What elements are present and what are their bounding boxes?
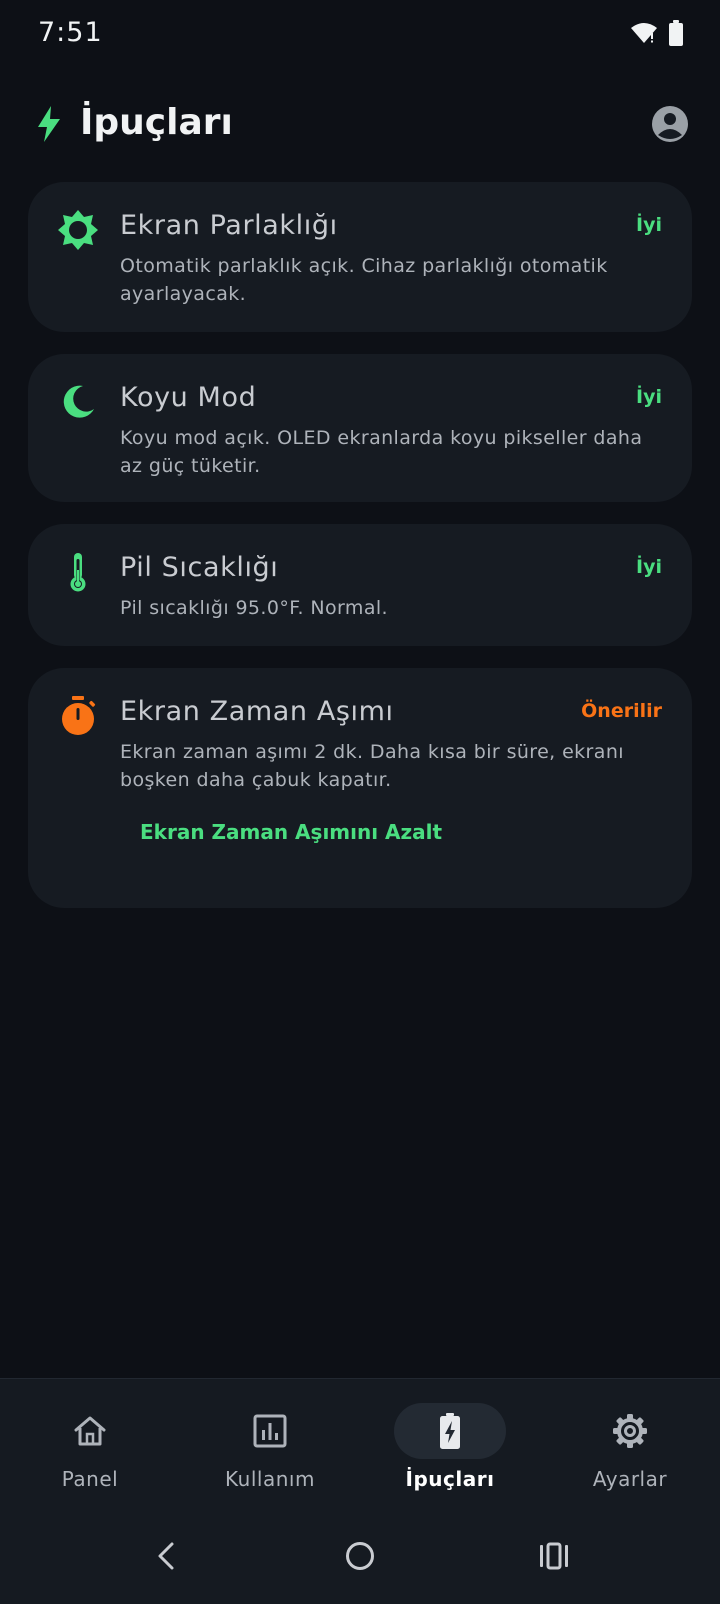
nav-icon-wrap xyxy=(574,1403,686,1459)
nav-icon-wrap xyxy=(394,1403,506,1459)
nav-label: İpuçları xyxy=(405,1467,495,1491)
bottom-nav: Panel Kullanım İpuçları Ayarlar xyxy=(0,1378,720,1509)
home-circle-icon xyxy=(346,1542,374,1570)
system-nav-bar xyxy=(0,1508,720,1604)
card-icon-wrap xyxy=(56,550,100,594)
nav-icon-wrap xyxy=(214,1403,326,1459)
card-title: Koyu Mod xyxy=(120,382,257,413)
nav-icon-wrap xyxy=(34,1403,146,1459)
status-bar: 7:51 xyxy=(0,0,720,70)
thermometer-icon xyxy=(70,553,86,592)
status-icons xyxy=(630,20,684,46)
back-icon xyxy=(158,1542,174,1570)
battery-bolt-icon xyxy=(440,1413,460,1449)
wifi-icon xyxy=(631,23,657,43)
tip-card-screen-timeout: Ekran Zaman Aşımı Önerilir Ekran zaman a… xyxy=(28,668,692,908)
tip-card-dark-mode: Koyu Mod İyi Koyu mod açık. OLED ekranla… xyxy=(28,354,692,502)
page-title: İpuçları xyxy=(80,102,233,143)
nav-label: Kullanım xyxy=(225,1467,315,1491)
account-icon xyxy=(652,106,688,142)
nav-item-panel[interactable]: Panel xyxy=(0,1379,180,1509)
brightness-icon xyxy=(58,210,98,250)
status-badge: İyi xyxy=(636,386,662,408)
card-icon-wrap xyxy=(56,694,100,738)
home-icon xyxy=(74,1416,106,1446)
tip-card-brightness: Ekran Parlaklığı İyi Otomatik parlaklık … xyxy=(28,182,692,332)
home-button[interactable] xyxy=(338,1534,382,1578)
card-title: Ekran Parlaklığı xyxy=(120,210,338,241)
card-icon-wrap xyxy=(56,208,100,252)
back-button[interactable] xyxy=(144,1534,188,1578)
gear-icon xyxy=(613,1414,647,1448)
nav-item-settings[interactable]: Ayarlar xyxy=(540,1379,720,1509)
bolt-icon xyxy=(38,106,60,142)
status-badge: İyi xyxy=(636,556,662,578)
bar-chart-icon xyxy=(253,1414,287,1448)
card-description: Pil sıcaklığı 95.0°F. Normal. xyxy=(120,597,388,619)
nav-label: Panel xyxy=(61,1467,119,1491)
status-badge: Önerilir xyxy=(581,700,662,722)
moon-icon xyxy=(63,385,94,418)
card-description: Koyu mod açık. OLED ekranlarda koyu piks… xyxy=(120,427,643,477)
battery-icon xyxy=(669,20,683,46)
recents-button[interactable] xyxy=(532,1534,576,1578)
card-title: Pil Sıcaklığı xyxy=(120,552,279,583)
card-title: Ekran Zaman Aşımı xyxy=(120,696,394,727)
recents-icon xyxy=(540,1542,568,1570)
app-header: İpuçları xyxy=(0,90,720,162)
status-time: 7:51 xyxy=(38,17,103,48)
status-badge: İyi xyxy=(636,214,662,236)
reduce-screen-timeout-button[interactable]: Ekran Zaman Aşımını Azalt xyxy=(140,820,442,844)
nav-item-usage[interactable]: Kullanım xyxy=(180,1379,360,1509)
card-icon-wrap xyxy=(56,380,100,424)
timer-icon xyxy=(62,696,96,735)
profile-button[interactable] xyxy=(650,104,690,144)
card-description: Otomatik parlaklık açık. Cihaz parlaklığ… xyxy=(120,255,608,305)
card-description: Ekran zaman aşımı 2 dk. Daha kısa bir sü… xyxy=(120,741,624,791)
nav-item-tips[interactable]: İpuçları xyxy=(360,1379,540,1509)
tip-card-battery-temperature: Pil Sıcaklığı İyi Pil sıcaklığı 95.0°F. … xyxy=(28,524,692,646)
nav-label: Ayarlar xyxy=(592,1467,668,1491)
